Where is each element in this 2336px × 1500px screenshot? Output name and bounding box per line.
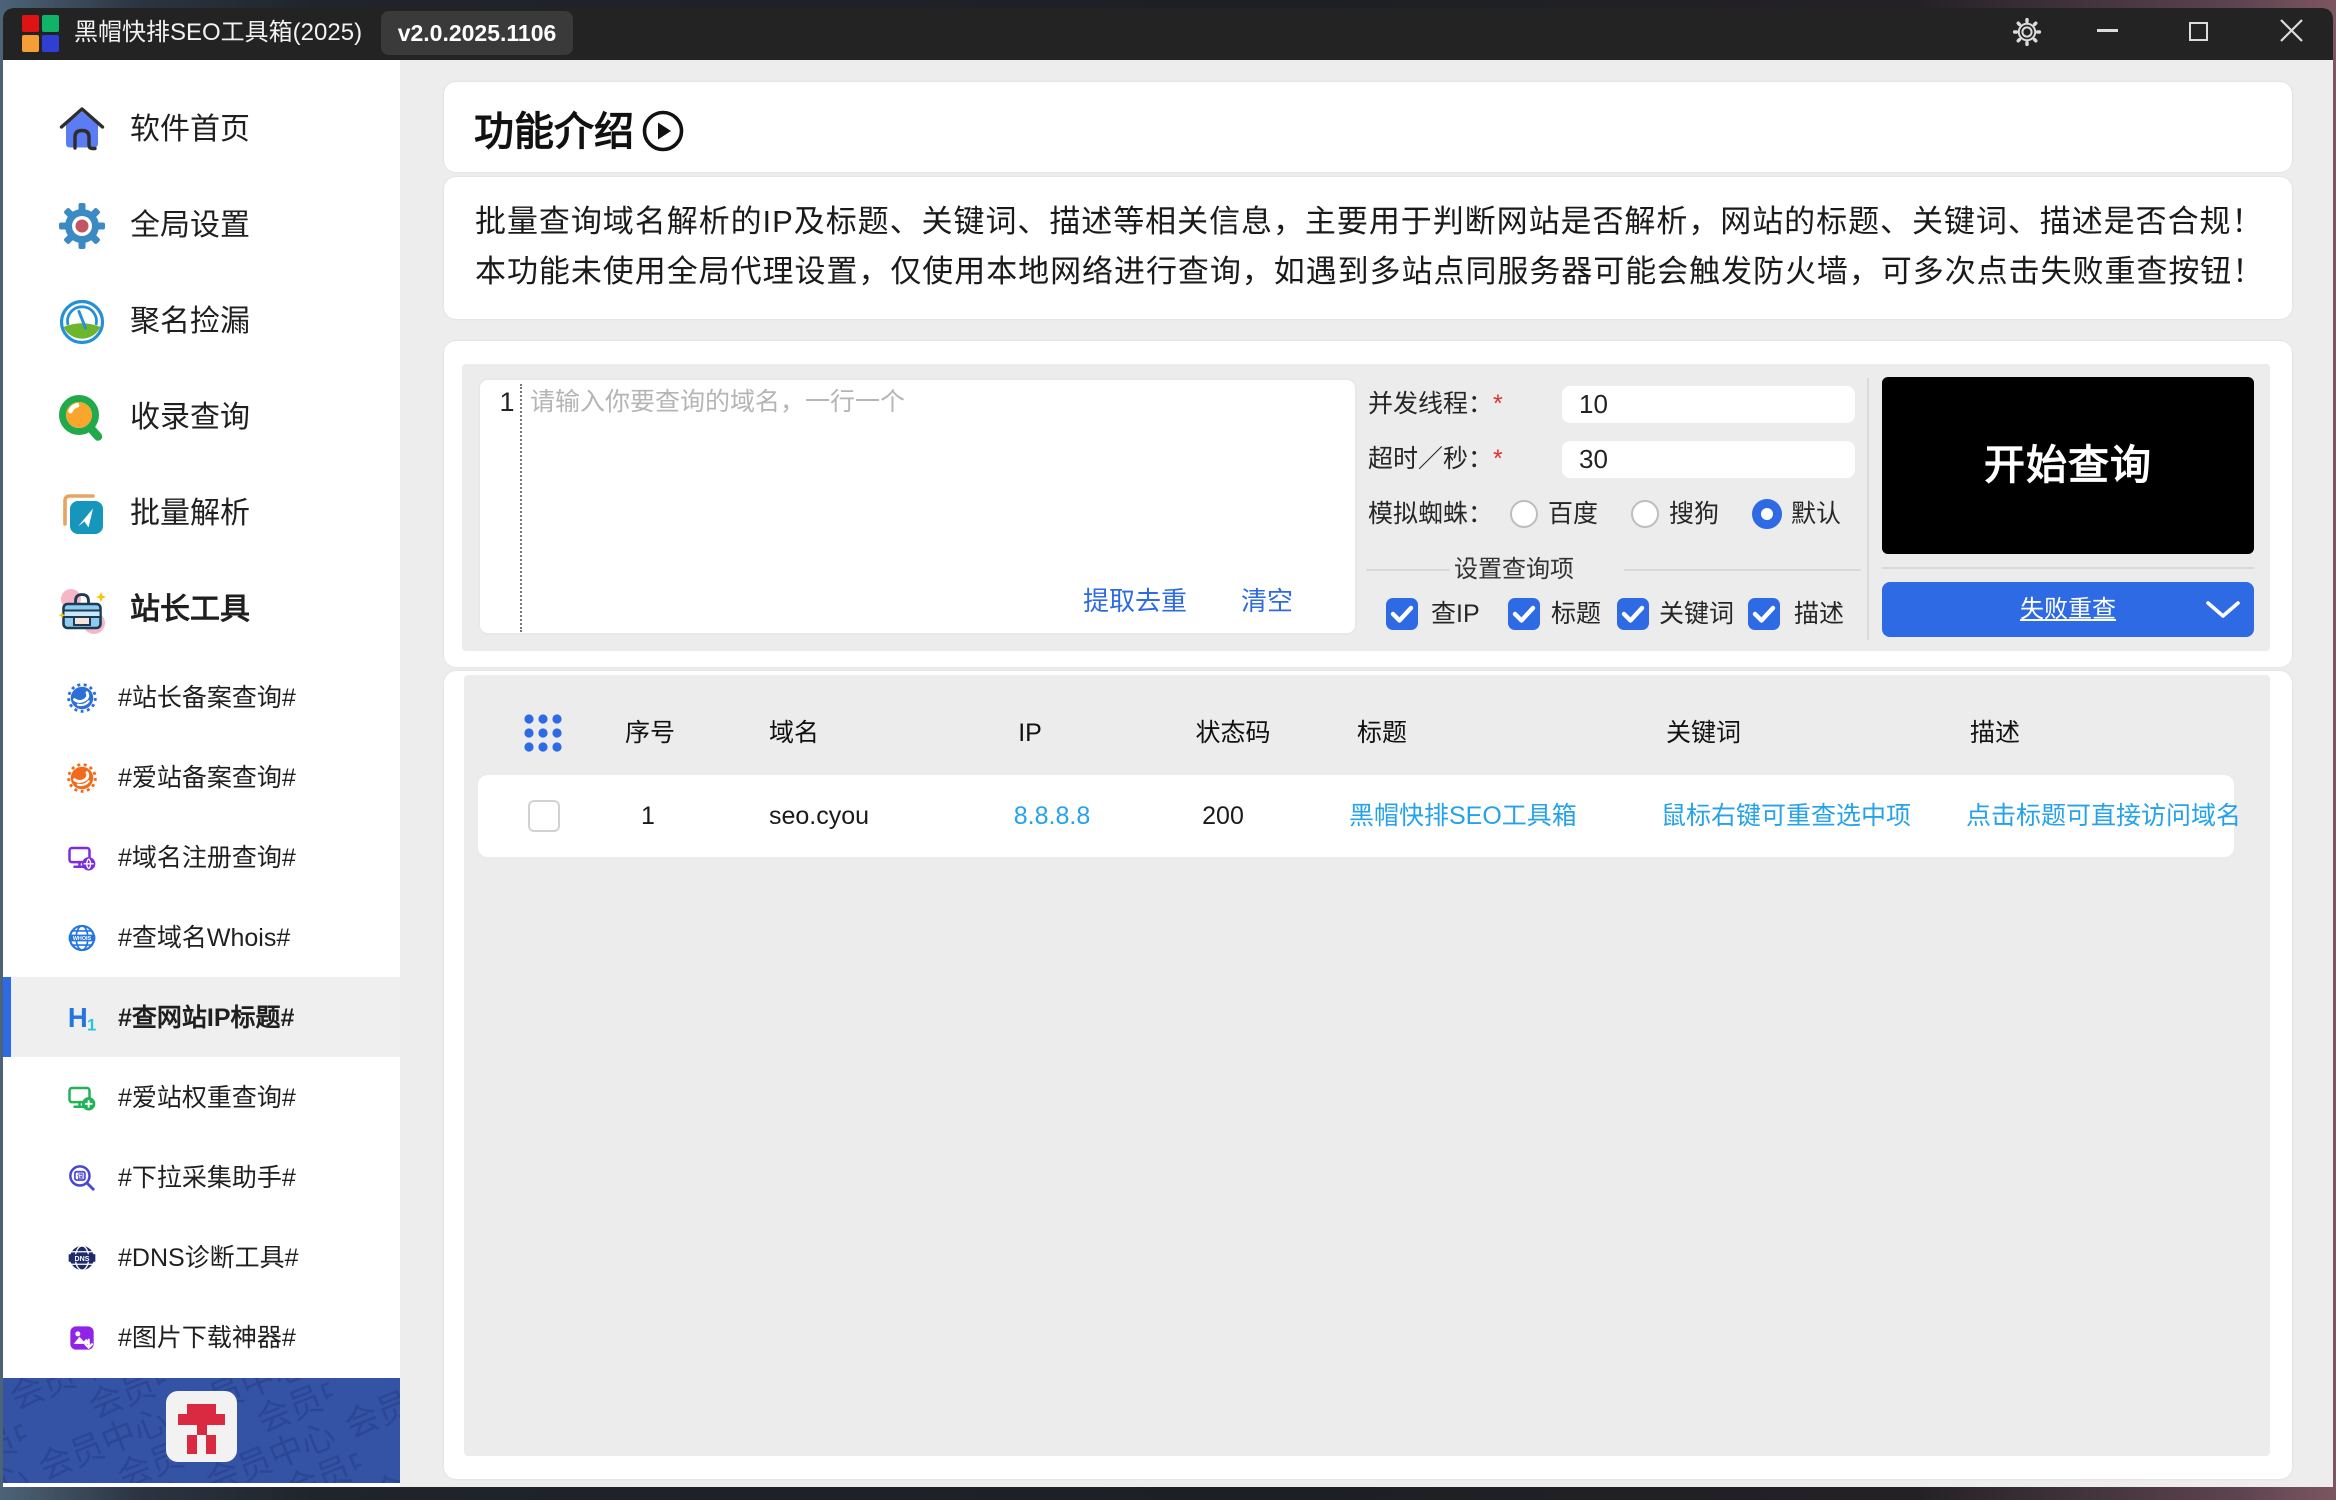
svg-text:WHOIS: WHOIS	[73, 936, 92, 942]
svg-text:H: H	[68, 1003, 88, 1033]
svg-text:1: 1	[87, 1016, 96, 1034]
svg-text:词: 词	[77, 1173, 84, 1181]
svg-text:DNS: DNS	[75, 1255, 90, 1263]
